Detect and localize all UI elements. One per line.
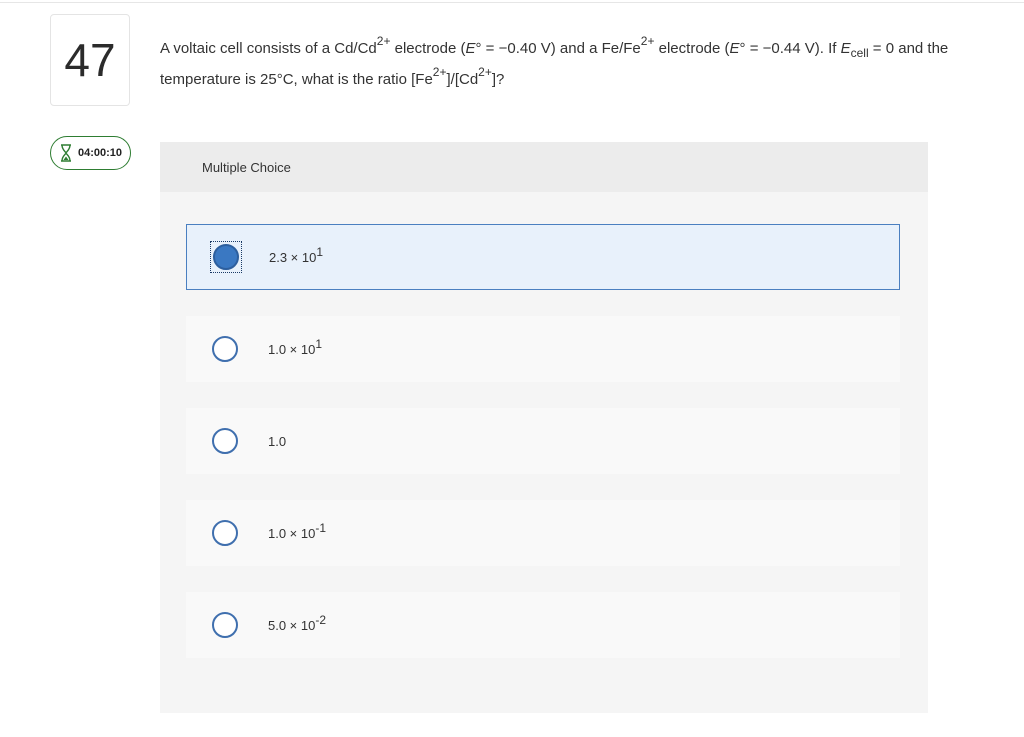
answer-panel: Multiple Choice 2.3 × 101 1.0 × 101 1.0 … [160, 142, 928, 713]
choice-label: 1.0 × 101 [268, 336, 323, 357]
radio-button[interactable] [212, 428, 238, 454]
radio-button[interactable] [212, 520, 238, 546]
question-text: A voltaic cell consists of a Cd/Cd2+ ele… [160, 34, 949, 88]
radio-button[interactable] [212, 612, 238, 638]
choice-option[interactable]: 1.0 × 10-1 [186, 500, 900, 566]
timer-badge: 04:00:10 [50, 136, 131, 170]
choice-option[interactable]: 1.0 [186, 408, 900, 474]
timer-value: 04:00:10 [78, 147, 123, 159]
radio-button[interactable] [212, 336, 238, 362]
choice-label: 5.0 × 10-2 [268, 612, 327, 633]
radio-focus-ring [209, 517, 241, 549]
choice-label: 1.0 [268, 433, 287, 449]
choice-option[interactable]: 1.0 × 101 [186, 316, 900, 382]
radio-focus-ring [210, 241, 242, 273]
question-number: 47 [50, 14, 130, 106]
choice-label: 2.3 × 101 [269, 244, 324, 265]
top-divider [0, 2, 1024, 3]
choices-list: 2.3 × 101 1.0 × 101 1.0 1.0 × 10-1 5.0 × [160, 192, 928, 713]
choice-label: 1.0 × 10-1 [268, 520, 327, 541]
answer-type-label: Multiple Choice [160, 142, 928, 192]
radio-button[interactable] [213, 244, 239, 270]
choice-option[interactable]: 2.3 × 101 [186, 224, 900, 290]
choice-option[interactable]: 5.0 × 10-2 [186, 592, 900, 658]
hourglass-icon [60, 144, 72, 162]
radio-focus-ring [209, 425, 241, 457]
radio-focus-ring [209, 609, 241, 641]
radio-focus-ring [209, 333, 241, 365]
